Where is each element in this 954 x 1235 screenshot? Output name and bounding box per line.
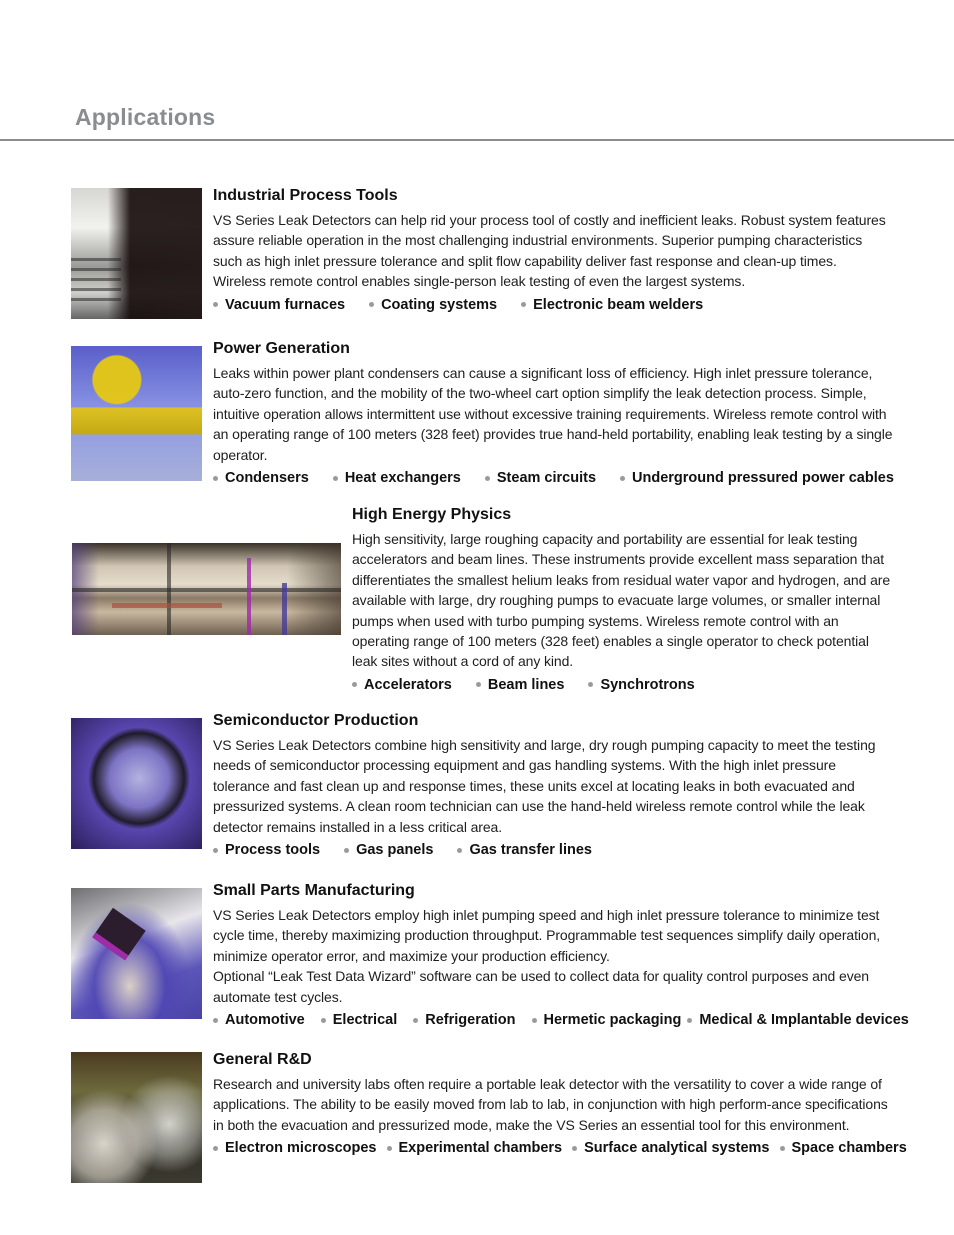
bullet-list: Condensers Heat exchangers Steam circuit…: [213, 468, 894, 488]
title-divider: [0, 139, 954, 141]
section-body: VS Series Leak Detectors can help rid yo…: [213, 212, 886, 290]
bullet-item: Medical & Implantable devices: [687, 1010, 909, 1030]
bullet-item: Electron microscopes: [213, 1138, 377, 1158]
section-industrial-process-tools: Industrial Process Tools VS Series Leak …: [213, 186, 893, 315]
industrial-process-tool-photo: [71, 188, 202, 319]
section-body: VS Series Leak Detectors employ high inl…: [213, 907, 881, 1005]
bullet-item: Beam lines: [475, 675, 564, 695]
bullet-dot-icon: [521, 302, 527, 308]
section-heading: High Energy Physics: [352, 506, 512, 523]
bullet-dot-icon: [475, 682, 481, 688]
bullet-item: Electrical: [320, 1010, 397, 1030]
bullet-dot-icon: [213, 847, 218, 853]
section-heading: Power Generation: [213, 340, 350, 357]
bullet-list: Automotive Electrical Refrigeration Herm…: [213, 1010, 909, 1030]
bullet-item: Condensers: [213, 468, 309, 488]
power-plant-valve-photo: [71, 346, 202, 481]
section-body: VS Series Leak Detectors combine high se…: [213, 737, 876, 835]
bullet-list: Electron microscopes Experimental chambe…: [213, 1138, 907, 1158]
bullet-dot-icon: [588, 682, 594, 688]
bullet-list: Vacuum furnaces Coating systems Electron…: [213, 295, 893, 315]
bullet-dot-icon: [779, 1145, 785, 1151]
accelerator-tunnel-photo: [72, 543, 341, 635]
section-heading: Small Parts Manufacturing: [213, 882, 415, 899]
bullet-dot-icon: [572, 1145, 578, 1151]
bullet-dot-icon: [369, 302, 375, 308]
bullet-dot-icon: [344, 847, 350, 853]
bullet-item: Coating systems: [369, 295, 497, 315]
bullet-item: Space chambers: [779, 1138, 907, 1158]
bullet-item: Experimental chambers: [386, 1138, 562, 1158]
bullet-dot-icon: [457, 847, 463, 853]
bullet-dot-icon: [332, 475, 338, 481]
section-high-energy-physics: High Energy Physics High sensitivity, la…: [352, 505, 892, 695]
bullet-dot-icon: [484, 475, 490, 481]
bullet-item: Heat exchangers: [332, 468, 461, 488]
bullet-item: Automotive: [213, 1010, 305, 1030]
bullet-item: Underground pressured power cables: [620, 468, 894, 488]
bullet-dot-icon: [687, 1017, 693, 1023]
bullet-item: Vacuum furnaces: [213, 295, 345, 315]
microscope-circuit-photo: [71, 888, 202, 1019]
bullet-dot-icon: [531, 1017, 537, 1023]
bullet-dot-icon: [413, 1017, 419, 1023]
bullet-dot-icon: [620, 475, 626, 481]
bullet-dot-icon: [213, 1145, 218, 1151]
section-body: Research and university labs often requi…: [213, 1076, 888, 1133]
page-title: Applications: [75, 104, 216, 130]
section-heading: General R&D: [213, 1051, 312, 1068]
section-body: High sensitivity, large roughing capacit…: [352, 531, 891, 670]
lab-researchers-photo: [71, 1052, 202, 1183]
bullet-dot-icon: [386, 1145, 392, 1151]
bullet-item: Steam circuits: [484, 468, 596, 488]
bullet-item: Gas panels: [344, 840, 433, 860]
bullet-dot-icon: [213, 1017, 218, 1023]
bullet-item: Gas transfer lines: [457, 840, 592, 860]
bullet-list: Process tools Gas panels Gas transfer li…: [213, 840, 893, 860]
bullet-item: Electronic beam welders: [521, 295, 703, 315]
bullet-item: Process tools: [213, 840, 320, 860]
section-semiconductor-production: Semiconductor Production VS Series Leak …: [213, 711, 893, 860]
bullet-dot-icon: [320, 1017, 326, 1023]
bullet-item: Accelerators: [352, 675, 452, 695]
section-general-rd: General R&D Research and university labs…: [213, 1050, 907, 1158]
bullet-item: Refrigeration: [413, 1010, 516, 1030]
bullet-item: Surface analytical systems: [572, 1138, 770, 1158]
bullet-list: Accelerators Beam lines Synchrotrons: [352, 675, 892, 695]
section-heading: Semiconductor Production: [213, 712, 419, 729]
silicon-wafer-photo: [71, 718, 202, 849]
bullet-dot-icon: [213, 475, 218, 481]
bullet-item: Hermetic packaging: [531, 1010, 681, 1030]
bullet-dot-icon: [352, 682, 357, 688]
section-small-parts-manufacturing: Small Parts Manufacturing VS Series Leak…: [213, 881, 909, 1030]
section-power-generation: Power Generation Leaks within power plan…: [213, 339, 894, 488]
section-heading: Industrial Process Tools: [213, 187, 398, 204]
bullet-dot-icon: [213, 302, 218, 308]
section-body: Leaks within power plant condensers can …: [213, 365, 893, 463]
bullet-item: Synchrotrons: [588, 675, 695, 695]
